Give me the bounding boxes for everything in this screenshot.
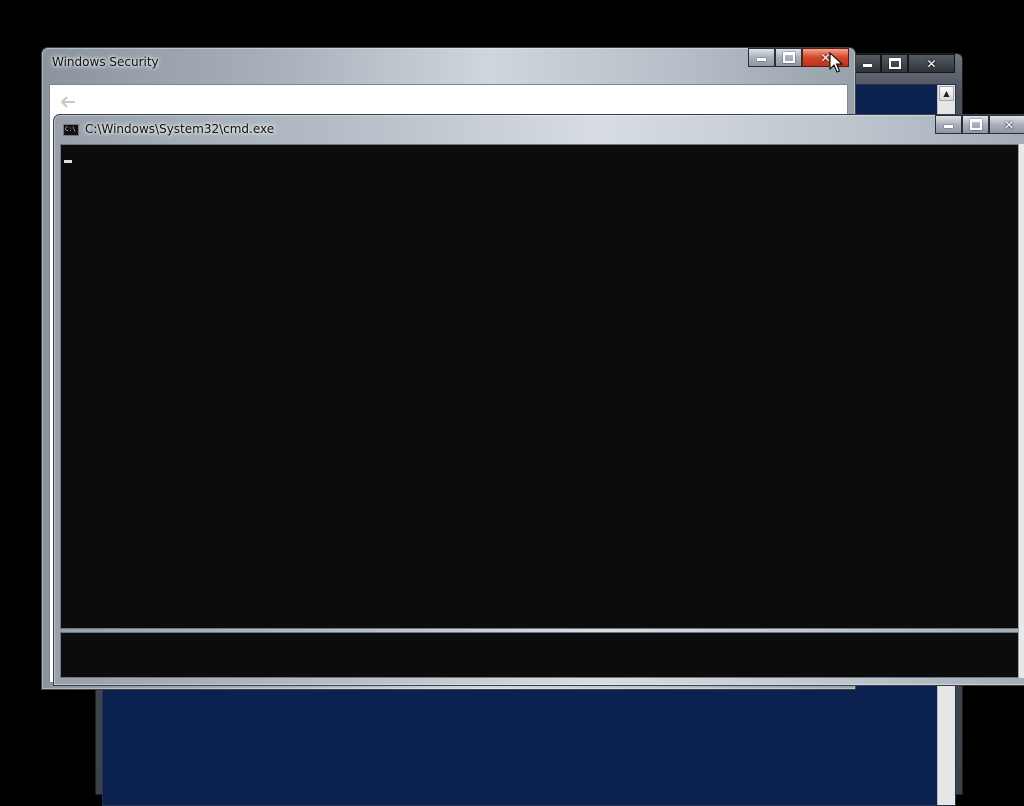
close-icon: ✕: [1003, 117, 1015, 132]
cmd-window: C:\ C:\Windows\System32\cmd.exe ✕: [53, 114, 1024, 686]
console-output-area[interactable]: [60, 144, 1024, 629]
console-lower-area[interactable]: [60, 632, 1024, 678]
cmd-vertical-scrollbar[interactable]: [1018, 144, 1024, 678]
mouse-pointer-icon: [829, 51, 845, 74]
minimize-icon: [757, 58, 766, 61]
maximize-icon: [782, 52, 795, 63]
back-arrow-svg: [60, 96, 75, 108]
cmd-window-title: C:\Windows\System32\cmd.exe: [85, 122, 275, 136]
maximize-icon: [969, 119, 982, 130]
minimize-icon: [944, 125, 953, 128]
pointer-svg: [829, 51, 844, 73]
back-arrow-icon[interactable]: [58, 92, 78, 112]
cmd-maximize-button[interactable]: [962, 115, 989, 134]
text-cursor: [64, 160, 72, 163]
background-close-button[interactable]: ✕: [908, 54, 955, 73]
scroll-up-button[interactable]: ▲: [939, 86, 954, 101]
security-minimize-button[interactable]: [748, 48, 775, 67]
cmd-caption-buttons: ✕: [935, 115, 1024, 134]
cmd-close-button[interactable]: ✕: [989, 115, 1024, 134]
maximize-icon: [888, 58, 901, 69]
security-maximize-button[interactable]: [775, 48, 802, 67]
cmd-minimize-button[interactable]: [935, 115, 962, 134]
background-minimize-button[interactable]: [854, 54, 881, 73]
background-maximize-button[interactable]: [881, 54, 908, 73]
background-window-caption-buttons: ✕: [854, 54, 955, 73]
cmd-app-icon: C:\: [63, 124, 79, 136]
minimize-icon: [863, 64, 872, 67]
close-icon: ✕: [926, 56, 937, 71]
security-window-title: Windows Security: [52, 55, 159, 69]
scroll-up-icon: ▲: [943, 89, 950, 98]
